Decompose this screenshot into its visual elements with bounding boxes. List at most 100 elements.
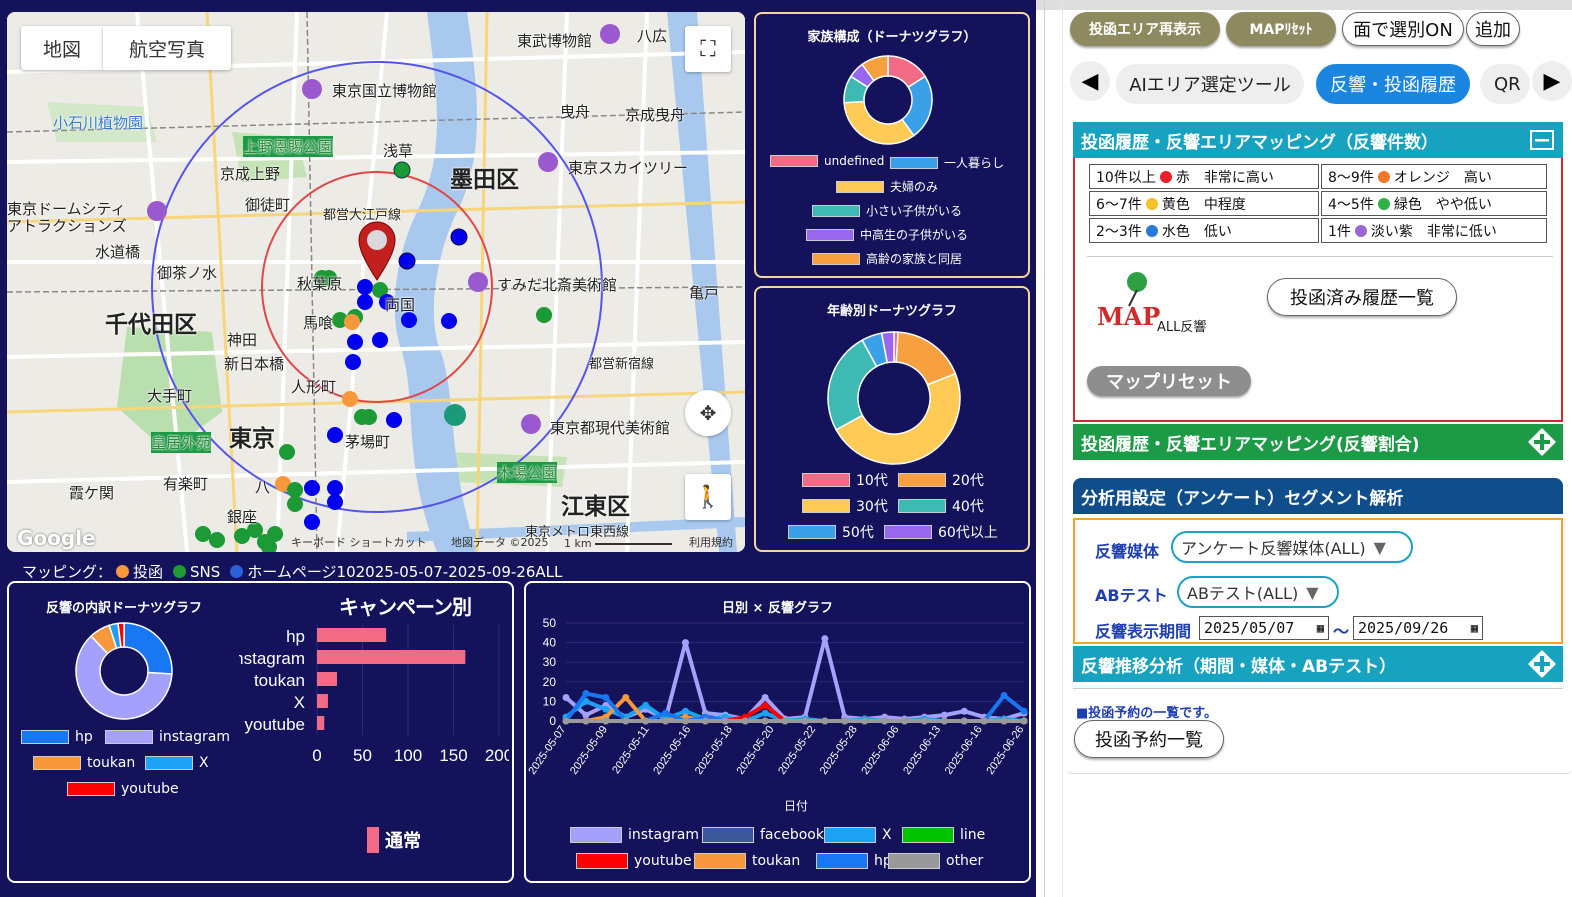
map-tab-roadmap[interactable]: 地図 <box>21 26 103 70</box>
posted-history-button[interactable]: 投函済み履歴一覧 <box>1267 278 1457 316</box>
daily-point <box>1000 692 1008 700</box>
expand-icon[interactable] <box>1527 650 1557 678</box>
map-reset-button-2[interactable]: マップリセット <box>1087 366 1251 396</box>
calendar-icon[interactable]: ▦ <box>1471 621 1478 635</box>
daily-legend-item: other <box>888 853 983 869</box>
legend-label: 高齢の家族と同居 <box>866 252 963 266</box>
campaign-bar <box>317 672 338 686</box>
period-label: 反響表示期間 <box>1095 622 1192 641</box>
date-from-input[interactable]: 2025/05/07 ▦ <box>1199 616 1329 640</box>
reshow-area-button[interactable]: 投函エリア再表示 <box>1070 12 1220 46</box>
legend-label: X <box>882 827 892 843</box>
section4-title: 反響推移分析（期間・媒体・ABテスト） <box>1081 656 1397 677</box>
reservation-list-button[interactable]: 投函予約一覧 <box>1074 720 1224 758</box>
map-label: 人形町 <box>291 378 337 396</box>
age-donut <box>827 331 961 465</box>
legend-swatch <box>694 853 746 869</box>
legend-swatch <box>145 756 193 770</box>
response-level-cell: 6〜7件 黄色 中程度 <box>1089 191 1319 216</box>
section-segment-analysis: 分析用設定（アンケート）セグメント解析 <box>1073 478 1563 514</box>
legend-label: 40代 <box>952 499 984 515</box>
daily-point <box>980 717 988 725</box>
map-view[interactable]: 地図 航空写真 ⛶ ✥ 🚶 東武博物館 八広 東京国立博物館 小石川植物園 曳舟 京成曳舟… <box>7 12 745 552</box>
dashboard-panel: 地図 航空写真 ⛶ ✥ 🚶 東武博物館 八広 東京国立博物館 小石川植物園 曳舟 京成曳舟… <box>0 0 1036 897</box>
map-label: 東京国立博物館 <box>332 82 438 100</box>
section-response-ratio[interactable]: 投函履歴・反響エリアマッピング(反響割合) <box>1073 424 1563 460</box>
daily-point <box>1020 707 1028 715</box>
legend-swatch <box>898 473 946 487</box>
ab-label: ABテスト <box>1095 586 1168 605</box>
keyboard-shortcuts-link[interactable]: キーボード ショートカット <box>291 534 427 550</box>
map-label: 東京スカイツリー <box>568 159 689 177</box>
daily-legend-item: youtube <box>576 853 692 869</box>
daily-x-tick: 2025-05-28 <box>818 724 860 777</box>
daily-panel: 日別 × 反響グラフ 50 40 30 20 10 0 2025-05-07 2025-05-… <box>524 581 1031 883</box>
terms-link[interactable]: 利用規約 <box>689 534 733 550</box>
divider <box>1044 0 1045 897</box>
date-separator: 〜 <box>1333 622 1350 641</box>
level-color-dot <box>1377 170 1390 183</box>
daily-x-tick: 2025-05-11 <box>610 724 652 776</box>
legend-label: 小さい子供がいる <box>866 204 963 218</box>
campaign-bar-chart: 0 50 100 150 200 hp instagram toukan Xyoutube 通常 <box>239 625 509 853</box>
daily-point <box>960 717 968 725</box>
map-tab-aerial[interactable]: 航空写真 <box>103 26 231 70</box>
date-to-input[interactable]: 2025/09/26 ▦ <box>1353 616 1483 640</box>
fullscreen-icon[interactable]: ⛶ <box>685 26 731 72</box>
mapping-prefix: マッピング： <box>22 563 113 581</box>
section-trend-analysis[interactable]: 反響推移分析（期間・媒体・ABテスト） <box>1073 646 1563 682</box>
age-legend-item: 20代 <box>898 470 984 490</box>
daily-x-tick: 2025-05-07 <box>526 724 568 777</box>
map-reset-button[interactable]: MAPﾘｾｯﾄ <box>1226 12 1336 46</box>
age-panel: 年齢別ドーナツグラフ 10代 20代 30代 40代 50代 60代以上 <box>754 286 1030 552</box>
reservation-note: ■投函予約の一覧です。 <box>1076 706 1217 721</box>
breakdown-legend-item: youtube <box>67 781 179 797</box>
map-label: 東京都現代美術館 <box>550 419 671 437</box>
map-label: 木場公園 <box>497 462 558 483</box>
legend-swatch <box>806 228 854 241</box>
daily-xlabel: 日付 <box>784 799 809 813</box>
section-response-count[interactable]: 投函履歴・反響エリアマッピング（反響件数） <box>1073 122 1563 158</box>
media-select[interactable]: アンケート反響媒体(ALL) ▼ <box>1171 531 1413 563</box>
campaign-category-label: hp <box>286 627 305 646</box>
legend-label: 夫婦のみ <box>890 180 939 194</box>
legend-swatch <box>570 827 622 843</box>
tab-prev-arrow-icon[interactable]: ◀ <box>1070 61 1110 101</box>
family-title: 家族構成（ドーナツグラフ） <box>807 30 977 45</box>
legend-label: 60代以上 <box>938 525 998 541</box>
map-label: 都営大江戸線 <box>323 208 402 223</box>
daily-point <box>602 717 610 725</box>
daily-point <box>881 717 889 725</box>
map-label: 上野恩賜公園 <box>243 136 334 157</box>
tab-ai-area[interactable]: AIエリア選定ツール <box>1116 64 1304 104</box>
map-label: 新日本橋 <box>224 355 285 373</box>
street-view-pegman-icon[interactable]: 🚶 <box>685 474 731 520</box>
legend-label: 中高生の子供がいる <box>860 228 969 242</box>
age-legend-item: 50代 <box>788 522 874 542</box>
collapse-icon[interactable] <box>1527 126 1557 154</box>
response-level-cell: 4〜5件 緑色 やや低い <box>1321 191 1547 216</box>
media-label: 反響媒体 <box>1095 542 1160 561</box>
tab-next-arrow-icon[interactable]: ▶ <box>1532 61 1572 101</box>
campaign-bar <box>317 694 328 708</box>
calendar-icon[interactable]: ▦ <box>1317 621 1324 635</box>
expand-icon[interactable] <box>1527 428 1557 456</box>
legend-label: instagram <box>628 827 699 843</box>
response-level-cell: 2〜3件 水色 低い <box>1089 218 1319 243</box>
ab-select[interactable]: ABテスト(ALL) ▼ <box>1177 576 1339 608</box>
legend-swatch <box>67 782 115 796</box>
family-legend-item: 中高生の子供がいる <box>806 226 968 243</box>
add-button[interactable]: 追加 <box>1466 12 1520 46</box>
level-color-dot <box>1145 224 1158 237</box>
tab-qr[interactable]: QR <box>1480 64 1530 104</box>
area-select-toggle[interactable]: 面で選別ON <box>1342 12 1464 46</box>
campaign-legend-label: 通常 <box>385 830 421 851</box>
breakdown-slice <box>123 622 173 675</box>
daily-point <box>940 717 948 725</box>
legend-swatch <box>812 204 860 217</box>
daily-point <box>681 639 689 647</box>
daily-y-tick: 50 <box>543 616 557 630</box>
legend-label: youtube <box>121 781 179 797</box>
pan-control-icon[interactable]: ✥ <box>685 390 731 436</box>
tab-history[interactable]: 反響・投函履歴 <box>1316 64 1470 104</box>
